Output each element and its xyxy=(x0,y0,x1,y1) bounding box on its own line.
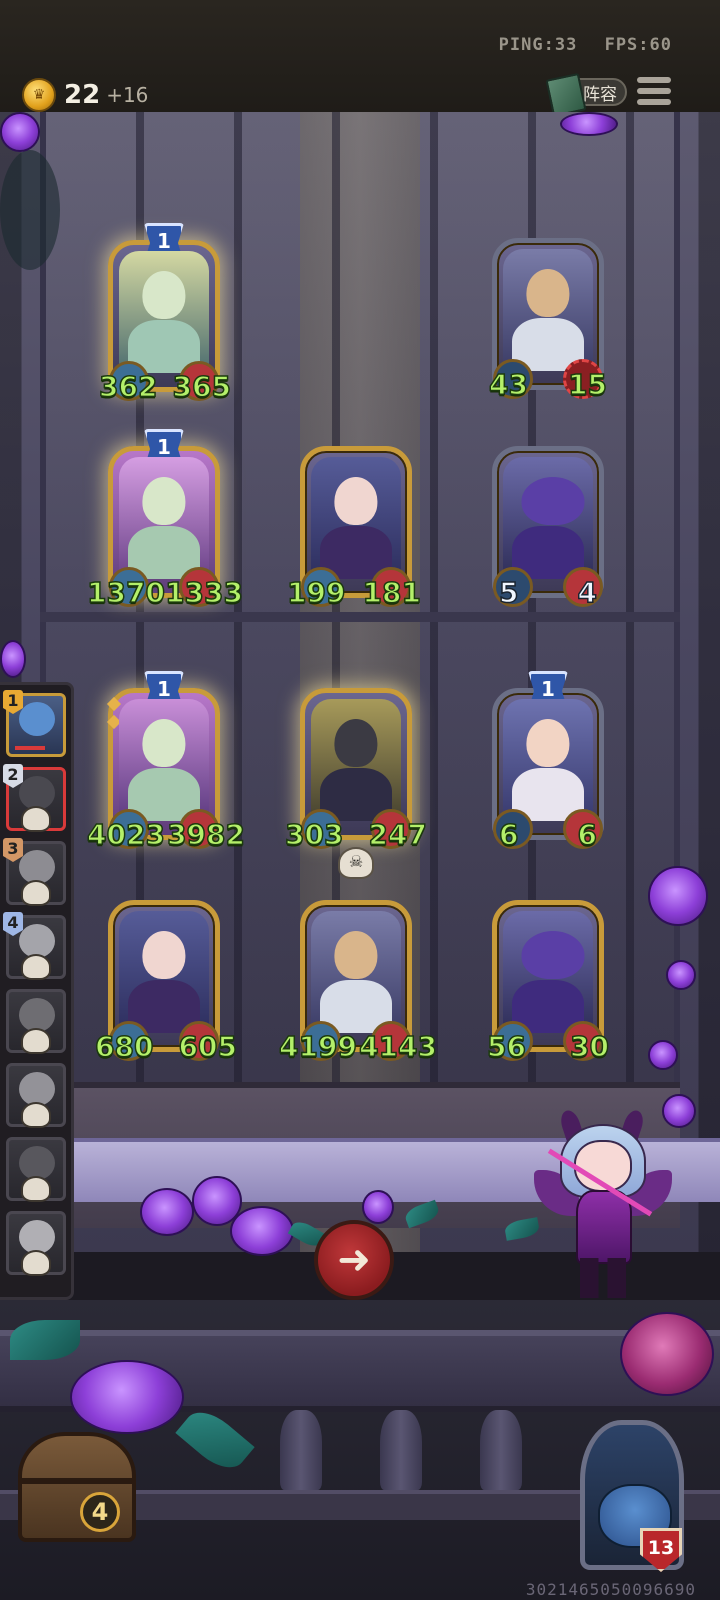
rose-decoration xyxy=(666,960,696,990)
attack-value: 4023 xyxy=(86,817,165,852)
skull-icon xyxy=(21,806,51,832)
unit-card-dwarf-king[interactable]: 43 15 xyxy=(488,238,608,402)
roster-slot[interactable] xyxy=(6,1211,66,1276)
attack-value: 303 xyxy=(284,817,344,852)
unit-card-water-maiden[interactable]: 1 6 6 xyxy=(492,671,604,852)
avatar xyxy=(19,998,55,1032)
rose-decoration xyxy=(230,1206,294,1256)
gold-income: +16 xyxy=(106,83,149,107)
fps-readout: FPS:60 xyxy=(604,35,672,55)
unit-card-dwarf-king[interactable]: 4199 4143 xyxy=(278,900,438,1064)
gold-display: ♛ 22 +16 xyxy=(22,78,148,112)
attack-value: 6 xyxy=(498,817,519,852)
unit-card-centaur-knight[interactable]: 1 1370 1333 xyxy=(86,429,244,610)
roster-slot[interactable]: 3 xyxy=(3,838,66,906)
attack-value: 1370 xyxy=(86,575,165,610)
roster-slot[interactable] xyxy=(6,1137,66,1202)
skull-icon xyxy=(21,1102,51,1128)
rose-decoration xyxy=(648,866,708,926)
network-status: PING:33 FPS:60 xyxy=(499,35,672,55)
attack-value: 5 xyxy=(498,575,519,610)
health-value: 4143 xyxy=(358,1029,437,1064)
health-value: 3982 xyxy=(166,817,245,852)
ping-readout: PING:33 xyxy=(498,35,578,55)
demon-hero-character xyxy=(534,1107,672,1310)
skull-icon xyxy=(21,880,51,906)
unit-card-centaur-knight[interactable]: 1 362 365 xyxy=(98,223,232,404)
menu-button[interactable] xyxy=(637,77,671,107)
attack-value: 199 xyxy=(286,575,346,610)
gold-count: 22 xyxy=(64,80,101,110)
avatar xyxy=(19,1220,55,1254)
unit-card-shadow-shark[interactable]: 56 30 xyxy=(486,900,610,1064)
rose-decoration xyxy=(0,112,40,152)
back-button[interactable]: ➜ xyxy=(314,1220,394,1300)
avatar xyxy=(19,1072,55,1106)
unit-card-sea-witch[interactable]: 680 605 xyxy=(94,900,238,1064)
lineup-button[interactable]: 阵容 xyxy=(545,72,627,118)
attack-value: 43 xyxy=(488,367,528,402)
health-value: 605 xyxy=(178,1029,238,1064)
roster-slot[interactable]: 1 xyxy=(3,690,66,757)
health-value: 181 xyxy=(362,575,422,610)
roster-slot[interactable]: 4 xyxy=(3,912,66,980)
rose-decoration xyxy=(362,1190,394,1224)
avatar xyxy=(19,924,55,958)
health-value: 15 xyxy=(567,367,607,402)
rose-decoration xyxy=(620,1312,714,1396)
avatar xyxy=(19,1146,55,1180)
lineup-label: 阵容 xyxy=(583,84,617,105)
skull-icon xyxy=(21,1250,51,1276)
crown-coin-icon: ♛ xyxy=(22,78,56,112)
rose-decoration xyxy=(0,640,26,678)
skull-icon xyxy=(21,1028,51,1054)
unit-card-centaur-knight[interactable]: 1 4023 3982 xyxy=(86,671,246,852)
unit-card-shadow-shark[interactable]: 5 4 xyxy=(492,446,604,610)
roster-slot[interactable] xyxy=(6,1063,66,1128)
health-value: 6 xyxy=(577,817,598,852)
rose-decoration xyxy=(560,112,618,136)
roster-slot[interactable] xyxy=(6,989,66,1054)
rose-decoration xyxy=(140,1188,194,1236)
health-value: 30 xyxy=(569,1029,609,1064)
roster-slot[interactable]: 2 xyxy=(3,764,66,832)
player-roster: 1 2 3 4 xyxy=(0,682,74,1300)
skull-icon xyxy=(21,954,51,980)
attack-value: 56 xyxy=(486,1029,526,1064)
health-value: 365 xyxy=(172,369,232,404)
attack-value: 680 xyxy=(94,1029,154,1064)
avatar xyxy=(19,776,55,810)
unit-card-dark-priest[interactable]: 303 247 ☠ xyxy=(284,688,428,879)
book-icon xyxy=(545,72,587,118)
hamburger-icon xyxy=(637,77,671,83)
treasure-chest-button[interactable] xyxy=(18,1432,136,1542)
rose-decoration xyxy=(648,1040,678,1070)
rose-decoration xyxy=(70,1360,184,1434)
player-id: 3021465050096690 xyxy=(525,1580,696,1599)
top-bar: PING:33 FPS:60 ♛ 22 +16 阵容 xyxy=(0,0,720,118)
skull-icon: ☠ xyxy=(338,847,374,879)
health-value: 247 xyxy=(368,817,428,852)
attack-value: 362 xyxy=(98,369,158,404)
chest-count-badge: 4 xyxy=(80,1492,120,1532)
arrow-left-icon: ➜ xyxy=(337,1237,371,1283)
avatar xyxy=(19,702,55,736)
health-value: 4 xyxy=(577,575,598,610)
unit-card-sea-witch[interactable]: 199 181 xyxy=(286,446,422,610)
health-value: 1333 xyxy=(164,575,243,610)
attack-value: 4199 xyxy=(278,1029,357,1064)
avatar xyxy=(19,850,55,884)
skull-icon xyxy=(21,1176,51,1202)
